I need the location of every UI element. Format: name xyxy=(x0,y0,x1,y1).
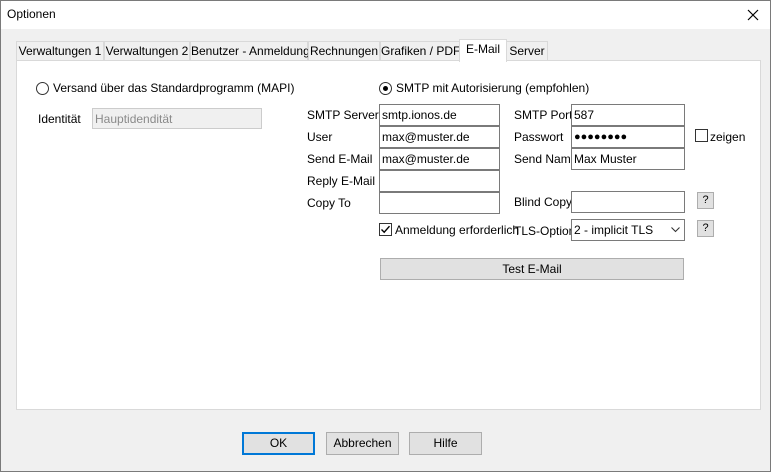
close-icon xyxy=(747,9,759,21)
tls-option-label: TLS-Option xyxy=(514,224,576,238)
help-button[interactable]: Hilfe xyxy=(409,432,482,455)
smtp-server-input[interactable]: smtp.ionos.de xyxy=(379,104,500,126)
smtp-port-label: SMTP Port xyxy=(514,108,573,122)
tab-server[interactable]: Server xyxy=(506,41,548,61)
user-input[interactable]: max@muster.de xyxy=(379,126,500,148)
send-name-input[interactable]: Max Muster xyxy=(571,148,685,170)
smtp-server-label: SMTP Server xyxy=(307,108,379,122)
show-password-label: zeigen xyxy=(710,130,746,144)
options-dialog: Optionen Verwaltungen 1 Verwaltungen 2 B… xyxy=(0,0,771,472)
tab-rechnungen[interactable]: Rechnungen xyxy=(308,41,380,61)
show-password-checkbox[interactable] xyxy=(695,129,708,142)
identity-field[interactable]: Hauptidendität xyxy=(92,108,262,129)
tab-benutzer-anmeldung[interactable]: Benutzer - Anmeldung xyxy=(190,41,310,61)
ok-button[interactable]: OK xyxy=(242,432,315,455)
tab-email[interactable]: E-Mail xyxy=(459,39,507,62)
blind-copy-label: Blind Copy xyxy=(514,195,573,209)
auth-required-checkbox[interactable] xyxy=(379,223,392,236)
send-email-label: Send E-Mail xyxy=(307,152,373,166)
send-email-input[interactable]: max@muster.de xyxy=(379,148,500,170)
close-button[interactable] xyxy=(736,1,770,29)
smtp-port-input[interactable]: 587 xyxy=(571,104,685,126)
mapi-radio[interactable] xyxy=(36,82,49,95)
test-email-button[interactable]: Test E-Mail xyxy=(380,258,684,280)
chevron-down-icon xyxy=(671,220,680,240)
blind-copy-help-button[interactable]: ? xyxy=(697,192,714,209)
tls-option-value: 2 - implicit TLS xyxy=(574,223,654,237)
password-input[interactable]: ●●●●●●●● xyxy=(571,126,685,148)
title-bar: Optionen xyxy=(1,1,770,29)
checkmark-icon xyxy=(381,225,391,234)
copy-to-label: Copy To xyxy=(307,196,351,210)
window-title: Optionen xyxy=(7,7,56,21)
identity-label: Identität xyxy=(38,112,81,126)
smtp-radio[interactable] xyxy=(379,82,392,95)
email-tab-panel: Versand über das Standardprogramm (MAPI)… xyxy=(16,60,761,410)
cancel-button[interactable]: Abbrechen xyxy=(326,432,399,455)
reply-email-label: Reply E-Mail xyxy=(307,174,376,188)
copy-to-input[interactable] xyxy=(379,192,500,214)
blind-copy-input[interactable] xyxy=(571,191,685,213)
smtp-radio-label: SMTP mit Autorisierung (empfohlen) xyxy=(396,81,590,95)
auth-required-label: Anmeldung erforderlich xyxy=(395,223,520,237)
tls-option-select[interactable]: 2 - implicit TLS xyxy=(571,219,685,241)
smtp-radio-dot xyxy=(383,86,388,91)
tab-grafiken-pdf[interactable]: Grafiken / PDF xyxy=(380,41,460,61)
tls-help-button[interactable]: ? xyxy=(697,220,714,237)
tab-verwaltungen-1[interactable]: Verwaltungen 1 xyxy=(16,41,104,61)
password-label: Passwort xyxy=(514,130,564,144)
send-name-label: Send Name xyxy=(514,152,578,166)
user-label: User xyxy=(307,130,333,144)
tab-verwaltungen-2[interactable]: Verwaltungen 2 xyxy=(104,41,190,61)
mapi-radio-label: Versand über das Standardprogramm (MAPI) xyxy=(53,81,295,95)
reply-email-input[interactable] xyxy=(379,170,500,192)
